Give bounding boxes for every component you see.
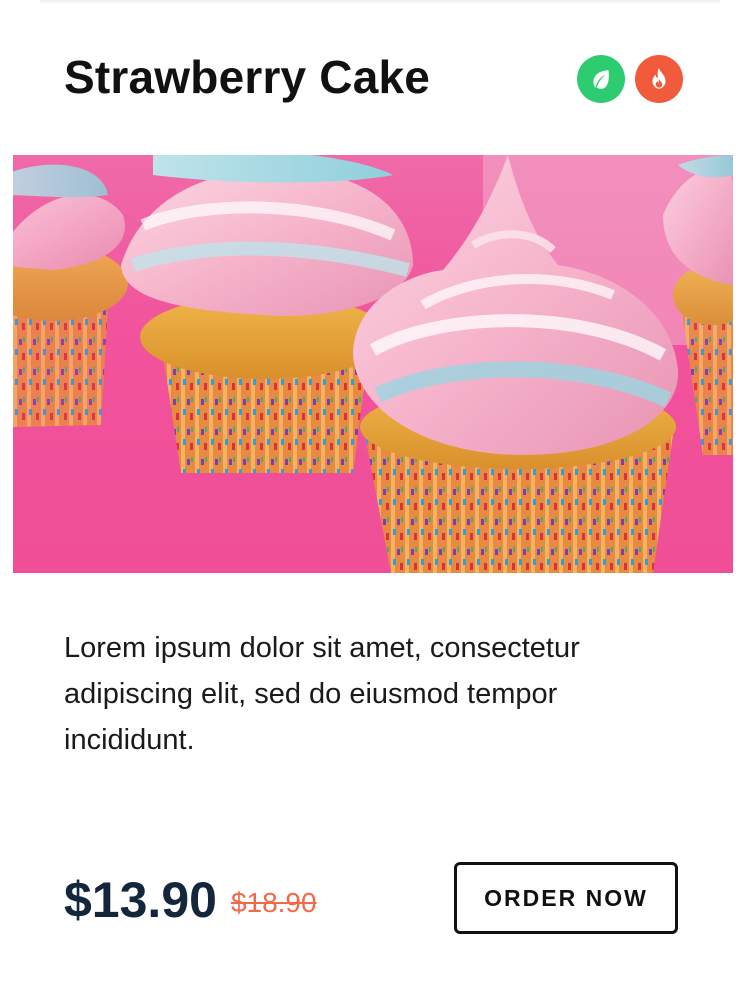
price-row: $13.90 $18.90 (64, 862, 317, 938)
leaf-icon (577, 55, 625, 103)
current-price: $13.90 (64, 872, 217, 928)
order-now-button[interactable]: ORDER NOW (454, 862, 678, 934)
card-top-shadow (40, 0, 720, 4)
flame-icon (635, 55, 683, 103)
old-price: $18.90 (230, 887, 317, 918)
product-description: Lorem ipsum dolor sit amet, consectetur … (64, 632, 580, 756)
product-card: Strawberry Cake Lorem ipsum dolor sit am… (0, 0, 739, 994)
product-title: Strawberry Cake (64, 51, 431, 103)
badge-group (577, 55, 683, 103)
cupcakes-photo (13, 155, 733, 573)
